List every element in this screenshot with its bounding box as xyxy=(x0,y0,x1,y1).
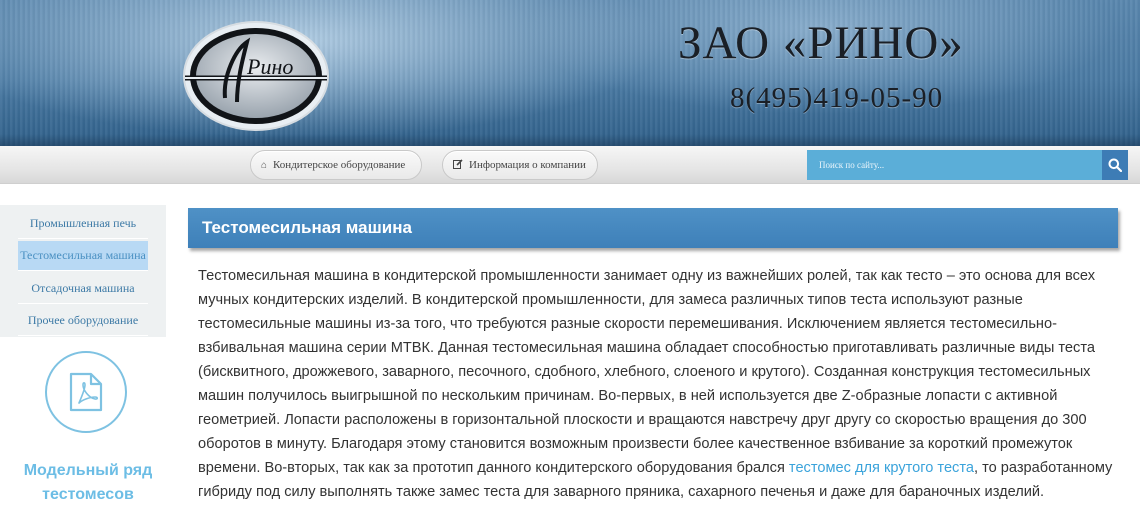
nav-company-info[interactable]: Информация о компании xyxy=(442,150,598,180)
sidebar-item-industrial-oven[interactable]: Промышленная печь xyxy=(18,209,148,239)
home-icon: ⌂ xyxy=(261,159,268,171)
nav-label: Информация о компании xyxy=(469,159,586,171)
sidebar-item-other-equipment[interactable]: Прочее оборудование xyxy=(18,306,148,336)
sidebar: Промышленная печь Тестомесильная машина … xyxy=(0,205,166,528)
article-paragraph: Тестомесильная машина в кондитерской про… xyxy=(198,264,1123,504)
top-navbar: ⌂ Кондитерское оборудование Информация о… xyxy=(0,146,1140,184)
model-range-link[interactable]: Модельный ряд тестомесов xyxy=(10,459,166,507)
page-title: Тестомесильная машина xyxy=(202,218,412,237)
nav-label: Кондитерское оборудование xyxy=(273,159,406,171)
search-input[interactable] xyxy=(819,160,1102,170)
article-body: Тестомесильная машина в кондитерской про… xyxy=(198,264,1123,528)
search-box xyxy=(807,150,1102,180)
logo-text: Рино xyxy=(246,54,293,79)
search-icon xyxy=(1108,158,1122,172)
header-shadow xyxy=(0,134,1140,146)
company-name: ЗАО «РИНО» xyxy=(678,17,964,69)
company-logo[interactable]: Рино xyxy=(177,6,335,140)
company-phone[interactable]: 8(495)419-05-90 xyxy=(730,82,970,118)
site-header: Рино ЗАО «РИНО» 8(495)419-05-90 xyxy=(0,0,1140,146)
pdf-file-icon xyxy=(69,372,103,412)
sidebar-item-dough-mixer[interactable]: Тестомесильная машина xyxy=(18,241,148,271)
sidebar-menu: Промышленная печь Тестомесильная машина … xyxy=(0,205,166,337)
article-text-before-link: Тестомесильная машина в кондитерской про… xyxy=(198,268,1096,476)
nav-confectionery-equipment[interactable]: ⌂ Кондитерское оборудование xyxy=(250,150,422,180)
page-title-bar: Тестомесильная машина xyxy=(188,208,1118,248)
stiff-dough-mixer-link[interactable]: тестомес для крутого теста xyxy=(789,460,974,476)
edit-icon xyxy=(453,158,463,172)
pdf-download-link[interactable] xyxy=(45,351,127,433)
sidebar-item-depositing-machine[interactable]: Отсадочная машина xyxy=(18,274,148,304)
search-button[interactable] xyxy=(1102,150,1128,180)
